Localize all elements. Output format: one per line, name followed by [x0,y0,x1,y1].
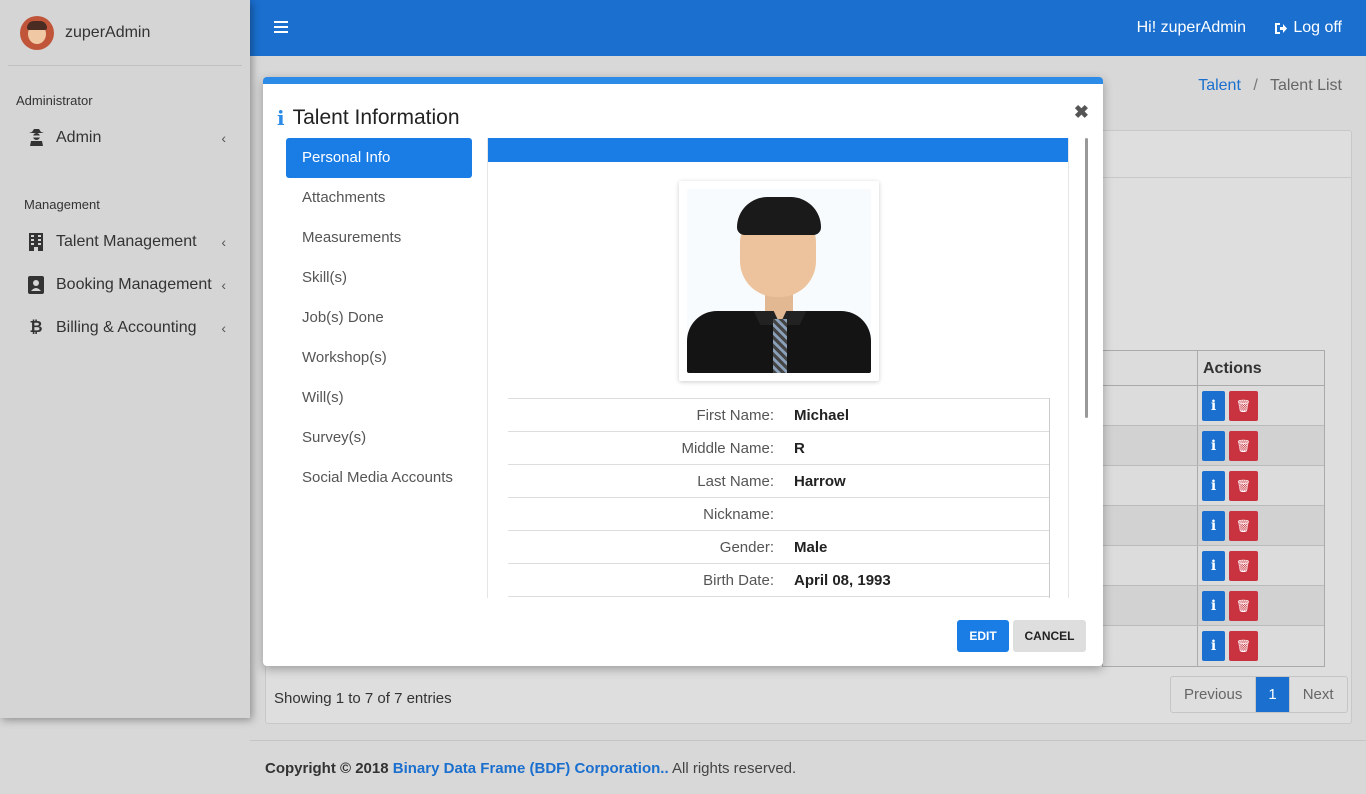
field-nickname: Nickname: [508,497,1049,530]
contact-book-icon [28,275,44,294]
info-button[interactable]: i [1202,470,1225,501]
chevron-left-icon: ‹ [221,129,226,146]
chevron-left-icon: ‹ [221,276,226,293]
info-icon: i [277,106,285,130]
actions-header: Actions [1203,360,1262,377]
trash-icon: 🗑 [1235,438,1252,453]
sidebar-item-label: Booking Management [56,275,212,293]
modal-title-text: Talent Information [292,106,460,129]
sidebar-item-talent-management[interactable]: Talent Management ‹ [0,220,250,263]
delete-button[interactable]: 🗑 [1229,510,1258,541]
footer-rights: All rights reserved. [671,760,797,777]
info-button[interactable]: i [1202,430,1225,461]
talent-photo [679,181,879,381]
delete-button[interactable]: 🗑 [1229,430,1258,461]
tab-workshops[interactable]: Workshop(s) [286,338,472,378]
table-row: i 🗑 [1103,506,1324,546]
sidebar-section-management: Management [24,197,100,212]
logoff-label: Log off [1293,19,1342,36]
table-row: i 🗑 [1103,586,1324,626]
table-row: i 🗑 [1103,426,1324,466]
tab-wills[interactable]: Will(s) [286,378,472,418]
building-icon [28,232,44,251]
field-first-name: First Name: Michael [508,398,1049,431]
sidebar-user[interactable]: zuperAdmin [8,0,242,66]
pagination-page-1[interactable]: 1 [1256,677,1289,712]
pagination-previous[interactable]: Previous [1171,677,1257,712]
delete-button[interactable]: 🗑 [1229,590,1258,621]
info-button[interactable]: i [1202,510,1225,541]
breadcrumb: Talent / Talent List [1198,77,1342,94]
pagination: Previous 1 Next [1170,676,1348,713]
talent-information-modal: i Talent Information ✖ Personal Info Att… [263,77,1103,666]
tab-jobs-done[interactable]: Job(s) Done [286,298,472,338]
panel-header-bar [488,138,1068,162]
close-icon[interactable]: ✖ [1074,102,1089,123]
sidebar-item-label: Talent Management [56,232,197,250]
sidebar: zuperAdmin Administrator Admin ‹ Managem… [0,0,250,718]
modal-title: i Talent Information [277,106,460,130]
table-row: i 🗑 [1103,386,1324,426]
user-secret-icon [28,129,44,147]
pagination-next[interactable]: Next [1288,677,1347,712]
greeting: Hi! zuperAdmin [1136,19,1246,36]
avatar [20,15,54,50]
cancel-button[interactable]: CANCEL [1013,620,1086,652]
personal-info-panel: First Name: Michael Middle Name: R Last Na… [487,138,1069,598]
trash-icon: 🗑 [1235,478,1252,493]
info-button[interactable]: i [1202,590,1225,621]
table-row: i 🗑 [1103,546,1324,586]
talent-table: Actions i 🗑 i 🗑 i 🗑 i 🗑 i 🗑 i 🗑 i 🗑 [1102,350,1325,667]
sign-out-icon [1275,22,1288,34]
chevron-left-icon: ‹ [221,319,226,336]
sidebar-item-booking-management[interactable]: Booking Management ‹ [0,263,250,306]
trash-icon: 🗑 [1235,558,1252,573]
trash-icon: 🗑 [1235,518,1252,533]
tab-skills[interactable]: Skill(s) [286,258,472,298]
menu-toggle-icon[interactable] [274,21,288,33]
bitcoin-icon: ₿ [29,318,43,336]
delete-button[interactable]: 🗑 [1229,550,1258,581]
table-row: i 🗑 [1103,626,1324,666]
tab-measurements[interactable]: Measurements [286,218,472,258]
field-gender: Gender: Male [508,530,1049,563]
table-row: i 🗑 [1103,466,1324,506]
footer: Copyright © 2018 Binary Data Frame (BDF)… [250,740,1366,794]
sidebar-item-billing-accounting[interactable]: ₿ Billing & Accounting ‹ [0,306,250,349]
delete-button[interactable]: 🗑 [1229,390,1258,421]
edit-button[interactable]: EDIT [957,620,1009,652]
footer-company-link[interactable]: Binary Data Frame (BDF) Corporation.. [393,760,669,777]
panel-scrollbar[interactable] [1085,138,1088,418]
tab-social-media-accounts[interactable]: Social Media Accounts [286,458,472,498]
trash-icon: 🗑 [1235,639,1252,653]
sidebar-section-administrator: Administrator [16,93,93,108]
delete-button[interactable]: 🗑 [1229,631,1258,661]
trash-icon: 🗑 [1235,598,1252,613]
chevron-left-icon: ‹ [221,233,226,250]
info-button[interactable]: i [1202,550,1225,581]
sidebar-item-admin[interactable]: Admin ‹ [0,116,250,159]
field-last-name: Last Name: Harrow [508,464,1049,497]
entries-info: Showing 1 to 7 of 7 entries [274,690,452,707]
modal-tabs: Personal Info Attachments Measurements S… [286,138,472,498]
tab-attachments[interactable]: Attachments [286,178,472,218]
tab-personal-info[interactable]: Personal Info [286,138,472,178]
sidebar-item-label: Billing & Accounting [56,318,197,336]
footer-copyright: Copyright © 2018 [265,760,389,777]
personal-info-table: First Name: Michael Middle Name: R Last Na… [508,398,1050,598]
sidebar-item-label: Admin [56,128,102,146]
field-middle-name: Middle Name: R [508,431,1049,464]
logoff-button[interactable]: Log off [1274,19,1342,37]
breadcrumb-link-talent[interactable]: Talent [1198,77,1241,94]
field-birth-date: Birth Date: April 08, 1993 [508,563,1049,596]
trash-icon: 🗑 [1235,398,1252,413]
sidebar-user-name: zuperAdmin [65,23,151,41]
info-button[interactable]: i [1202,631,1225,661]
delete-button[interactable]: 🗑 [1229,470,1258,501]
info-button[interactable]: i [1202,390,1225,421]
tab-surveys[interactable]: Survey(s) [286,418,472,458]
breadcrumb-current: Talent List [1269,77,1342,94]
topbar: Hi! zuperAdmin Log off [250,0,1366,56]
